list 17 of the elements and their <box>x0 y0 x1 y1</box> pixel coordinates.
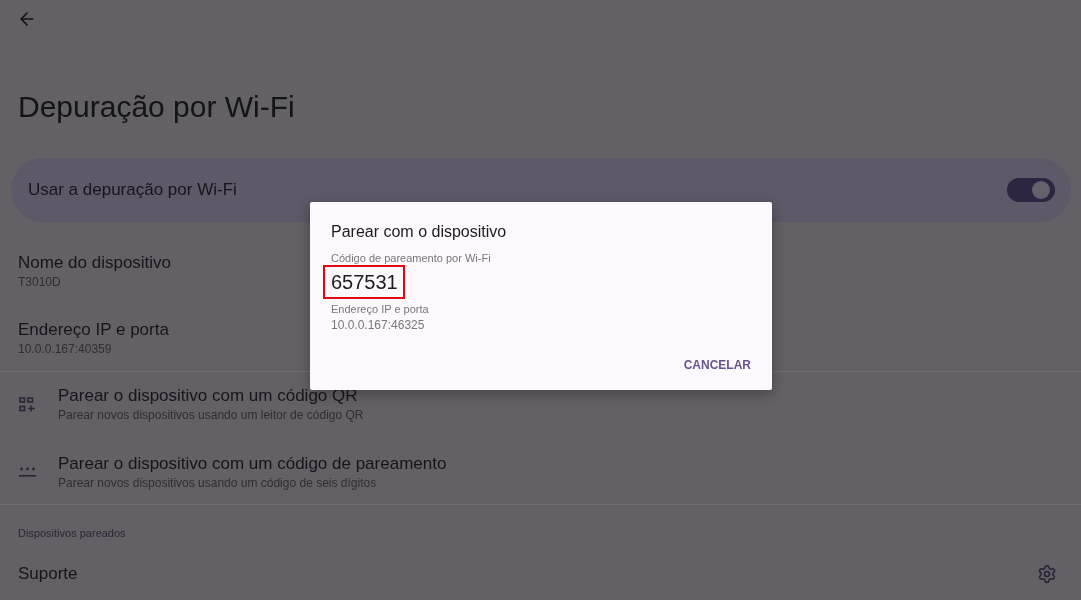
info-title: Nome do dispositivo <box>18 252 172 274</box>
dialog-title: Parear com o dispositivo <box>331 222 507 242</box>
switch-label: Usar a depuração por Wi-Fi <box>28 180 237 200</box>
info-title: Endereço IP e porta <box>18 319 169 341</box>
page-title: Depuração por Wi-Fi <box>18 89 295 125</box>
option-title[interactable]: Parear o dispositivo com um código de pareamento <box>58 453 447 475</box>
address-value: 10.0.0.167:46325 <box>331 318 425 332</box>
qr-plus-icon <box>19 396 36 412</box>
section-header: Dispositivos pareados <box>18 526 126 540</box>
dots-underline-icon <box>19 467 36 477</box>
address-label: Endereço IP e porta <box>331 302 429 316</box>
cancel-button[interactable]: CANCELAR <box>673 349 761 381</box>
settings-icon[interactable] <box>1037 564 1057 584</box>
code-label: Código de pareamento por Wi-Fi <box>331 251 491 265</box>
toggle-switch[interactable] <box>1007 178 1055 202</box>
pairing-code: 657531 <box>331 270 398 294</box>
device-name[interactable]: Suporte <box>18 563 78 585</box>
